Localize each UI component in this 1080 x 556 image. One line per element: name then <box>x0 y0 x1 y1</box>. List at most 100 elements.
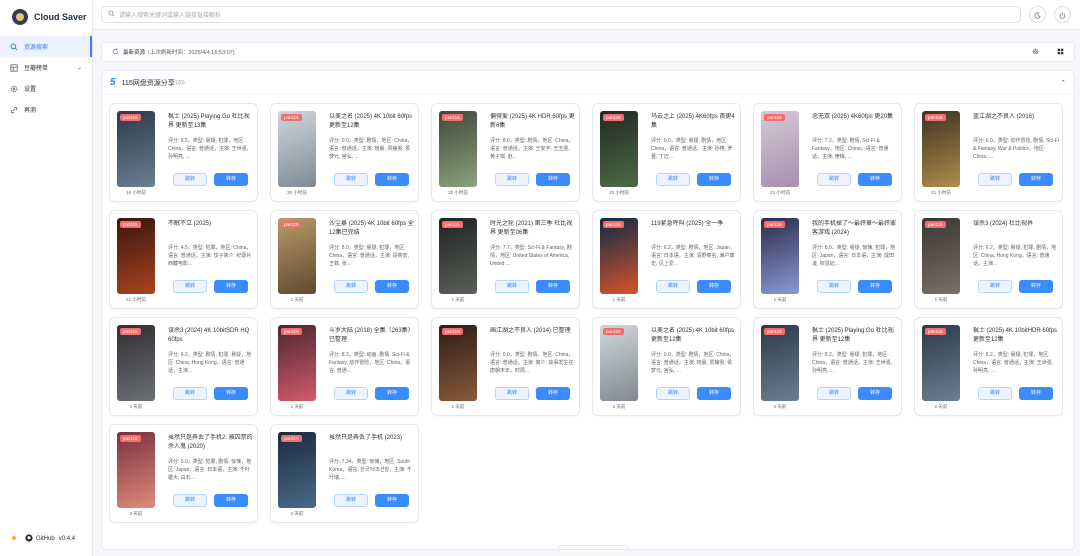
resource-card[interactable]: pan115 2 天前 虽然只是弄丢了手机 (2023) 评分: 7.34，类型… <box>270 424 419 523</box>
resource-card[interactable]: pan115 1 天前 时光之轮 (2021) 第三季 杜比视界 更新至06集 … <box>431 210 580 309</box>
poster-image[interactable]: pan115 <box>600 111 638 187</box>
poster-image[interactable]: pan115 <box>117 432 155 508</box>
poster-image[interactable]: pan115 <box>922 325 960 401</box>
resource-card[interactable]: pan115 1 天前 119紧急呼叫 (2025) 全一季 评分: 6.2，类… <box>592 210 741 309</box>
resource-card[interactable]: pan115 20 小时前 偏得爱 (2025) 4K HDR 60fps 更新… <box>431 103 580 202</box>
save-button[interactable]: 转存 <box>858 387 892 400</box>
pagination[interactable] <box>557 545 629 549</box>
save-button[interactable]: 转存 <box>536 280 570 293</box>
jump-button[interactable]: 跳转 <box>173 280 207 293</box>
poster-image[interactable]: pan115 <box>278 432 316 508</box>
jump-button[interactable]: 跳转 <box>656 173 690 186</box>
jump-button[interactable]: 跳转 <box>334 280 368 293</box>
sidebar-item-douban[interactable]: 豆瓣榜单 ⌄ <box>0 57 92 78</box>
resource-card[interactable]: pan115 18 小时前 枫士 (2025) Playing.Go 杜比视界 … <box>109 103 258 202</box>
save-button[interactable]: 转存 <box>1019 387 1053 400</box>
save-button[interactable]: 转存 <box>1019 173 1053 186</box>
poster-image[interactable]: pan115 <box>278 325 316 401</box>
jump-button[interactable]: 跳转 <box>495 280 529 293</box>
jump-button[interactable]: 跳转 <box>495 173 529 186</box>
resource-card[interactable]: pan115 1 天前 我的手机掉了～最终章～最终罪客游戏 (2024) 评分:… <box>753 210 902 309</box>
panel-header[interactable]: 5 115网盘资源分享 (20) ⌃ <box>102 71 1074 95</box>
poster-image[interactable]: pan115 <box>278 218 316 294</box>
save-button[interactable]: 转存 <box>697 387 731 400</box>
jump-button[interactable]: 跳转 <box>334 387 368 400</box>
poster-image[interactable]: pan115 <box>278 111 316 187</box>
poster-image[interactable]: pan115 <box>439 111 477 187</box>
card-time: 21 小时前 <box>126 297 146 302</box>
resource-card[interactable]: pan115 21 小时前 蓝江湖之不良人 (2016) 评分: 6.0，类型:… <box>914 103 1063 202</box>
sidebar-item-settings[interactable]: 设置 <box>0 78 92 99</box>
jump-button[interactable]: 跳转 <box>495 387 529 400</box>
logo[interactable]: Cloud Saver <box>0 1 92 33</box>
logout-button[interactable] <box>1054 6 1071 23</box>
jump-button[interactable]: 跳转 <box>817 280 851 293</box>
save-button[interactable]: 转存 <box>375 173 409 186</box>
poster-image[interactable]: pan115 <box>761 111 799 187</box>
save-button[interactable]: 转存 <box>858 173 892 186</box>
card-title: 画江湖之不良人 (2014) 已整理 <box>490 328 571 334</box>
jump-button[interactable]: 跳转 <box>173 387 207 400</box>
resource-card[interactable]: pan115 1 天前 误杀3 (2024) 杜比视界 评分: 6.2，类型: … <box>914 210 1063 309</box>
resource-card[interactable]: pan115 21 小时前 念无双 (2025) 4K60fps 更20集 评分… <box>753 103 902 202</box>
resource-card[interactable]: pan115 20 小时前 以美之名 (2025) 4K 10bit 60fps… <box>270 103 419 202</box>
save-button[interactable]: 转存 <box>697 280 731 293</box>
github-icon[interactable] <box>25 534 36 544</box>
poster-image[interactable]: pan115 <box>439 325 477 401</box>
refresh-icon[interactable] <box>112 47 119 57</box>
poster-image[interactable]: pan115 <box>922 111 960 187</box>
jump-button[interactable]: 跳转 <box>817 387 851 400</box>
resource-card[interactable]: pan115 2 天前 虽然只是弄丢了手机2: 被囚禁的杀人鬼 (2020) 评… <box>109 424 258 523</box>
sidebar-nav: 资源搜索 豆瓣榜单 ⌄ 设置 再测 <box>0 36 92 120</box>
poster-image[interactable]: pan115 <box>117 111 155 187</box>
sidebar-item-search[interactable]: 资源搜索 <box>0 36 92 57</box>
resource-card[interactable]: pan115 20 小时前 乌云之上 (2025) 4K60fps 首更4集 评… <box>592 103 741 202</box>
jump-button[interactable]: 跳转 <box>656 280 690 293</box>
jump-button[interactable]: 跳转 <box>334 173 368 186</box>
jump-button[interactable]: 跳转 <box>173 173 207 186</box>
jump-button[interactable]: 跳转 <box>817 173 851 186</box>
save-button[interactable]: 转存 <box>858 280 892 293</box>
sidebar-item-test[interactable]: 再测 <box>0 99 92 120</box>
poster-image[interactable]: pan115 <box>439 218 477 294</box>
chevron-up-icon[interactable]: ⌃ <box>1060 79 1066 87</box>
jump-button[interactable]: 跳转 <box>978 280 1012 293</box>
poster-image[interactable]: pan115 <box>600 218 638 294</box>
resource-card[interactable]: pan115 2 天前 枫士 (2025) Playing.Go 杜比视界 更新… <box>753 317 902 416</box>
search-input[interactable]: 请输入搜索关键词或输入链接直接解析 <box>101 6 1021 23</box>
save-button[interactable]: 转存 <box>214 494 248 507</box>
save-button[interactable]: 转存 <box>214 173 248 186</box>
jump-button[interactable]: 跳转 <box>334 494 368 507</box>
poster-image[interactable]: pan115 <box>922 218 960 294</box>
poster-image[interactable]: pan115 <box>761 218 799 294</box>
poster-image[interactable]: pan115 <box>117 325 155 401</box>
card-title: 枫士 (2025) Playing.Go 杜比视界 更新至12集 <box>812 328 894 343</box>
github-link[interactable]: GitHub <box>36 536 55 542</box>
jump-button[interactable]: 跳转 <box>978 387 1012 400</box>
jump-button[interactable]: 跳转 <box>173 494 207 507</box>
save-button[interactable]: 转存 <box>1019 280 1053 293</box>
save-button[interactable]: 转存 <box>214 387 248 400</box>
save-button[interactable]: 转存 <box>536 387 570 400</box>
save-button[interactable]: 转存 <box>214 280 248 293</box>
save-button[interactable]: 转存 <box>375 280 409 293</box>
save-button[interactable]: 转存 <box>536 173 570 186</box>
resource-card[interactable]: pan115 1 天前 斗罗大陆 (2018) 全集（263集）已整理 评分: … <box>270 317 419 416</box>
resource-card[interactable]: pan115 1 天前 误杀3 (2024) 4K 10bitSDR HQ 60… <box>109 317 258 416</box>
grid-view-icon[interactable] <box>1057 48 1064 57</box>
poster-image[interactable]: pan115 <box>117 218 155 294</box>
jump-button[interactable]: 跳转 <box>978 173 1012 186</box>
resource-card[interactable]: pan115 2 天前 枫士 (2025) 4K 10bitHDR 60fps … <box>914 317 1063 416</box>
theme-toggle-button[interactable] <box>1029 6 1046 23</box>
resource-card[interactable]: pan115 1 天前 画江湖之不良人 (2014) 已整理 评分: 0.0，类… <box>431 317 580 416</box>
settings-icon[interactable] <box>1032 48 1039 57</box>
save-button[interactable]: 转存 <box>697 173 731 186</box>
poster-image[interactable]: pan115 <box>761 325 799 401</box>
resource-card[interactable]: pan115 21 小时前 不眠不立 (2025) 评分: 4.5，类型: 犯罪… <box>109 210 258 309</box>
save-button[interactable]: 转存 <box>375 387 409 400</box>
resource-card[interactable]: pan115 2 天前 以美之名 (2025) 4K 10bit 60fps 更… <box>592 317 741 416</box>
jump-button[interactable]: 跳转 <box>656 387 690 400</box>
poster-image[interactable]: pan115 <box>600 325 638 401</box>
save-button[interactable]: 转存 <box>375 494 409 507</box>
resource-card[interactable]: pan115 1 天前 沙尘暴 (2025) 4K 10bit 60fps 全1… <box>270 210 419 309</box>
